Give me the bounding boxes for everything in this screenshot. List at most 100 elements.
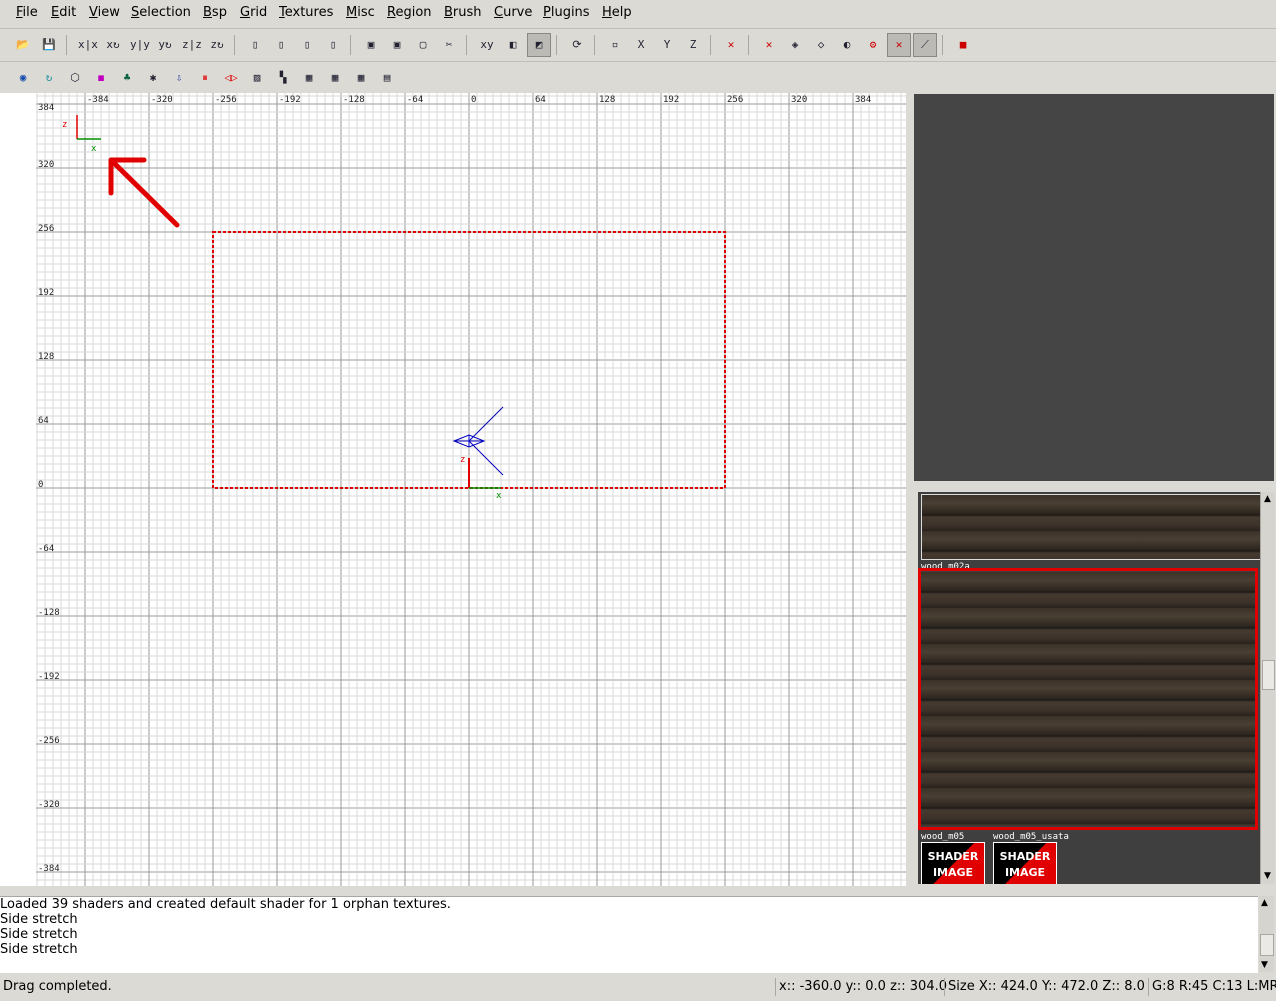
open-folder-icon[interactable]: 📂 bbox=[14, 36, 32, 54]
console-splitter[interactable] bbox=[628, 888, 646, 898]
plugin-terrain-icon[interactable]: ▚ bbox=[274, 69, 292, 87]
grid-left-label: 128 bbox=[38, 352, 54, 362]
texture-thumb-wood-m05[interactable] bbox=[921, 572, 1255, 826]
texture-thumb-wood-m02a[interactable] bbox=[921, 494, 1260, 560]
select-complete-tall-icon[interactable]: ▯ bbox=[246, 36, 264, 54]
plugin-drop-icon[interactable]: ⇩ bbox=[170, 69, 188, 87]
view-z-icon[interactable]: Z bbox=[684, 36, 702, 54]
console-line: Loaded 39 shaders and created default sh… bbox=[0, 897, 451, 912]
toolbar-separator bbox=[66, 35, 67, 55]
select-partial-tall-icon[interactable]: ▯ bbox=[298, 36, 316, 54]
scroll-thumb[interactable] bbox=[1262, 660, 1275, 690]
xz-ortho-view[interactable]: -384 -320 -256 -192 -128 -64 0 64 128 192 256 320 38… bbox=[0, 93, 906, 886]
edge-mode-icon[interactable]: ⟋ bbox=[913, 33, 937, 57]
scroll-down-icon[interactable]: ▼ bbox=[1262, 871, 1273, 882]
scroll-thumb[interactable] bbox=[1260, 934, 1274, 956]
grid-top-label: 320 bbox=[791, 95, 807, 105]
plugin-grid3-icon[interactable]: ▦ bbox=[352, 69, 370, 87]
grid-top-label: 192 bbox=[663, 95, 679, 105]
console-scrollbar[interactable]: ▲ ▼ bbox=[1259, 896, 1274, 972]
camera-view-icon[interactable]: ◩ bbox=[527, 33, 551, 57]
menu-curve[interactable]: Curve bbox=[494, 5, 532, 20]
plugin-bobtoolz-icon[interactable]: ✱ bbox=[144, 69, 162, 87]
grid-top-label: 256 bbox=[727, 95, 743, 105]
save-icon[interactable]: 💾 bbox=[40, 36, 58, 54]
plugin-merge-red-icon[interactable]: ◁▷ bbox=[222, 69, 240, 87]
grid-canvas[interactable]: -384 -320 -256 -192 -128 -64 0 64 128 192 256 320 38… bbox=[0, 93, 906, 886]
patch-drill-icon[interactable]: ⚙ bbox=[864, 36, 882, 54]
grid-top-label: -64 bbox=[407, 95, 423, 105]
make-hollow-icon[interactable]: ▢ bbox=[414, 36, 432, 54]
menu-selection[interactable]: Selection bbox=[131, 5, 191, 20]
plugin-tree-icon[interactable]: ♣ bbox=[118, 69, 136, 87]
view-xy-icon[interactable]: ▫ bbox=[606, 36, 624, 54]
menu-textures[interactable]: Textures bbox=[279, 5, 333, 20]
cube-clip-icon[interactable]: ✕ bbox=[760, 36, 778, 54]
grid-top-label: 64 bbox=[535, 95, 546, 105]
texture-browser-scrollbar[interactable]: ▲ ▼ bbox=[1260, 492, 1275, 884]
texture-browser[interactable]: wood_m02a wood_m05 wood_m05_usata SHADER… bbox=[918, 492, 1260, 884]
texture-view-icon[interactable]: ◧ bbox=[504, 36, 522, 54]
plugin-hexagon-icon[interactable]: ⬡ bbox=[66, 69, 84, 87]
flip-z-icon[interactable]: z|z bbox=[182, 36, 202, 54]
select-touching-icon[interactable]: ▯ bbox=[272, 36, 290, 54]
texture-thumb-shader-image-2[interactable]: SHADER IMAGE bbox=[993, 842, 1057, 884]
scroll-up-icon[interactable]: ▲ bbox=[1262, 494, 1273, 505]
plugin-shader-icon[interactable]: ◼ bbox=[92, 69, 110, 87]
menu-view[interactable]: View bbox=[89, 5, 120, 20]
menu-region[interactable]: Region bbox=[387, 5, 432, 20]
toolbar-plugins: ◉ ↻ ⬡ ◼ ♣ ✱ ⇩ ⏸ ◁▷ ▨ ▚ ▦ ▦ ▦ ▤ bbox=[0, 61, 1276, 94]
menu-edit[interactable]: Edit bbox=[51, 5, 76, 20]
rotate-y-icon[interactable]: y↻ bbox=[156, 36, 174, 54]
menu-misc[interactable]: Misc bbox=[346, 5, 375, 20]
menu-bsp[interactable]: Bsp bbox=[203, 5, 227, 20]
plugin-grid4-icon[interactable]: ▤ bbox=[378, 69, 396, 87]
view-x-icon[interactable]: X bbox=[632, 36, 650, 54]
patch-icon[interactable]: ◇ bbox=[812, 36, 830, 54]
scroll-up-icon[interactable]: ▲ bbox=[1261, 898, 1268, 908]
csg-merge-icon[interactable]: ▣ bbox=[388, 36, 406, 54]
plugin-split-red-icon[interactable]: ⏸ bbox=[196, 69, 214, 87]
grid-left-label: 0 bbox=[38, 480, 43, 490]
texture-rotate-lock-icon[interactable]: ◈ bbox=[786, 36, 804, 54]
plugin-grid1-icon[interactable]: ▦ bbox=[300, 69, 318, 87]
menu-file[interactable]: File bbox=[16, 5, 38, 20]
scroll-down-icon[interactable]: ▼ bbox=[1261, 960, 1268, 970]
cubic-clip-icon[interactable]: ⟳ bbox=[568, 36, 586, 54]
rotate-z-icon[interactable]: z↻ bbox=[208, 36, 226, 54]
plugin-prefab-icon[interactable]: ◉ bbox=[14, 69, 32, 87]
toolbar-separator bbox=[942, 35, 943, 55]
view-y-icon[interactable]: Y bbox=[658, 36, 676, 54]
clipper-icon[interactable]: ✂ bbox=[440, 36, 458, 54]
camera-view[interactable] bbox=[914, 94, 1274, 481]
csg-subtract-icon[interactable]: ▣ bbox=[362, 36, 380, 54]
bend-icon[interactable]: ◐ bbox=[838, 36, 856, 54]
camera-fov-line bbox=[468, 440, 504, 476]
plugin-icon[interactable]: ■ bbox=[954, 36, 972, 54]
pane-splitter-right[interactable] bbox=[906, 93, 914, 886]
status-position: x:: -360.0 y:: 0.0 z:: 304.0 bbox=[775, 978, 947, 996]
rotate-x-icon[interactable]: x↻ bbox=[104, 36, 122, 54]
grid-left-label: 320 bbox=[38, 160, 54, 170]
status-message: Drag completed. bbox=[3, 979, 112, 994]
select-inside-icon[interactable]: ▯ bbox=[324, 36, 342, 54]
console-log[interactable]: Loaded 39 shaders and created default sh… bbox=[0, 896, 1258, 973]
menu-help[interactable]: Help bbox=[602, 5, 632, 20]
toolbar-separator bbox=[594, 35, 595, 55]
view-z-label: z bbox=[62, 120, 67, 130]
flip-x-icon[interactable]: x|x bbox=[78, 36, 98, 54]
menu-plugins[interactable]: Plugins bbox=[543, 5, 590, 20]
menu-brush[interactable]: Brush bbox=[444, 5, 482, 20]
texture-lock-icon[interactable]: ✕ bbox=[722, 36, 740, 54]
plugin-refresh-icon[interactable]: ↻ bbox=[40, 69, 58, 87]
pane-splitter-horizontal[interactable] bbox=[1086, 484, 1102, 494]
grid-top-label: -256 bbox=[215, 95, 237, 105]
flip-y-icon[interactable]: y|y bbox=[130, 36, 150, 54]
grid-left-label: -384 bbox=[38, 864, 60, 874]
plugin-caulk-icon[interactable]: ▨ bbox=[248, 69, 266, 87]
vertex-mode-icon[interactable]: ✕ bbox=[887, 33, 911, 57]
menu-grid[interactable]: Grid bbox=[240, 5, 267, 20]
texture-thumb-shader-image-1[interactable]: SHADER IMAGE bbox=[921, 842, 985, 884]
plugin-grid2-icon[interactable]: ▦ bbox=[326, 69, 344, 87]
change-views-icon[interactable]: xy bbox=[478, 36, 496, 54]
